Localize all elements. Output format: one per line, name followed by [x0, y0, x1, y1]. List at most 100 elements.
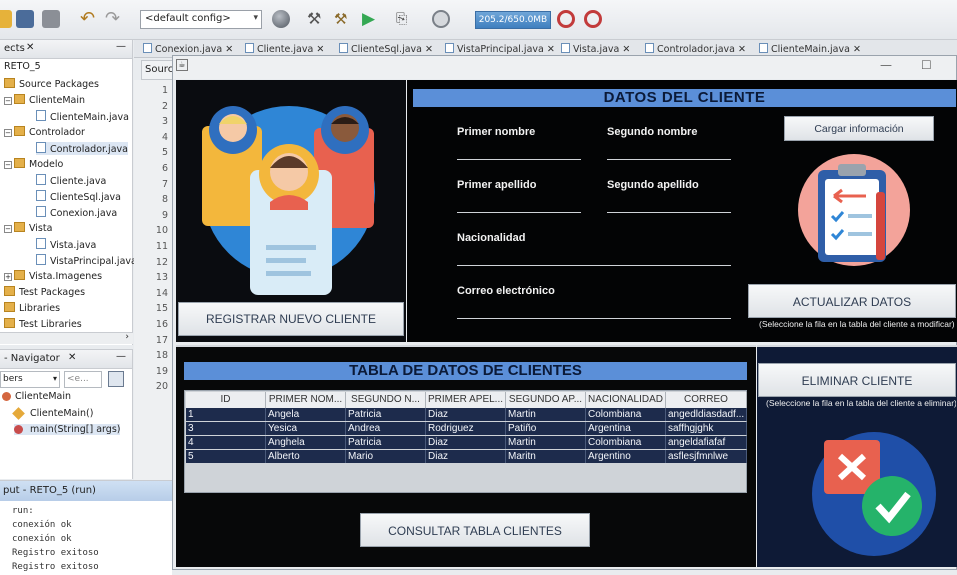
- tree-item-source-packages[interactable]: Source Packages: [4, 78, 99, 90]
- java-app-icon: ☕: [176, 59, 188, 71]
- close-tab-icon[interactable]: ✕: [622, 44, 630, 55]
- tree-item-package[interactable]: − Controlador: [4, 126, 85, 138]
- first-surname-field[interactable]: [457, 212, 581, 213]
- column-header-first-surname[interactable]: PRIMER APEL...: [426, 392, 506, 408]
- horizontal-scrollbar[interactable]: ›: [0, 332, 133, 344]
- output-line: Registro exitoso: [12, 548, 99, 558]
- chevron-down-icon: ▾: [52, 374, 57, 383]
- package-icon: [14, 270, 25, 280]
- close-tab-icon[interactable]: ✕: [316, 44, 324, 55]
- navigator-item-method[interactable]: main(String[] args): [14, 424, 121, 435]
- line-number: 13: [155, 272, 168, 284]
- tree-item-test-libraries[interactable]: Test Libraries: [4, 318, 82, 330]
- screen: ↶ ↷ <default config> ▾ ⚒ ⚒ ▶ ⎘ 205.2/650…: [0, 0, 957, 575]
- tree-item-package[interactable]: − ClienteMain: [4, 94, 85, 106]
- delete-client-button[interactable]: ELIMINAR CLIENTE: [758, 363, 956, 397]
- close-tab-icon[interactable]: ✕: [425, 44, 433, 55]
- table-row[interactable]: 5 Alberto Mario Diaz Maritn Argentino as…: [186, 450, 747, 463]
- close-tab-icon[interactable]: ✕: [738, 44, 746, 55]
- debug-icon[interactable]: ⎘: [396, 10, 414, 28]
- tree-item-file[interactable]: VistaPrincipal.java: [36, 254, 137, 267]
- tree-item-package[interactable]: − Modelo: [4, 158, 63, 170]
- tree-item-package[interactable]: − Vista: [4, 222, 52, 234]
- column-header-nationality[interactable]: NACIONALIDAD: [586, 392, 666, 408]
- config-select[interactable]: <default config> ▾: [140, 10, 262, 29]
- tree-item-libraries[interactable]: Libraries: [4, 302, 60, 314]
- filter-input[interactable]: <e...: [64, 371, 102, 388]
- tree-item-file[interactable]: ClienteSql.java: [36, 190, 121, 203]
- tree-item-file[interactable]: Cliente.java: [36, 174, 106, 187]
- column-header-second-name[interactable]: SEGUNDO N...: [346, 392, 426, 408]
- source-view-tab[interactable]: Source: [141, 60, 179, 80]
- table-row[interactable]: 1 Angela Patricia Diaz Martin Colombiana…: [186, 408, 747, 421]
- query-clients-button[interactable]: CONSULTAR TABLA CLIENTES: [360, 513, 590, 547]
- load-info-button[interactable]: Cargar información: [784, 116, 934, 141]
- collapse-icon[interactable]: −: [4, 161, 12, 169]
- tree-item-test-packages[interactable]: Test Packages: [4, 286, 85, 298]
- nationality-field[interactable]: [457, 265, 731, 266]
- table-row[interactable]: 4 Anghela Patricia Diaz Martin Colombian…: [186, 436, 747, 449]
- navigator-panel: - Navigator ✕ — bers ▾ <e... ClienteMain …: [0, 349, 133, 479]
- new-project-icon[interactable]: [0, 10, 12, 28]
- line-number: 10: [155, 225, 168, 237]
- run-icon[interactable]: ▶: [362, 10, 380, 28]
- hammer-icon[interactable]: ⚒: [307, 10, 325, 28]
- output-panel-header[interactable]: put - RETO_5 (run): [0, 481, 172, 501]
- redo-icon[interactable]: ↷: [105, 10, 123, 28]
- close-tab-icon[interactable]: ✕: [225, 44, 233, 55]
- column-header-second-surname[interactable]: SEGUNDO AP...: [506, 392, 586, 408]
- collapse-icon[interactable]: −: [4, 129, 12, 137]
- update-hint: (Seleccione la fila en la tabla del clie…: [759, 319, 955, 329]
- navigator-title: - Navigator: [4, 353, 60, 364]
- close-icon[interactable]: ✕: [26, 42, 34, 53]
- undo-icon[interactable]: ↶: [80, 10, 98, 28]
- register-client-button[interactable]: REGISTRAR NUEVO CLIENTE: [178, 302, 404, 336]
- minimize-icon[interactable]: —: [116, 351, 126, 362]
- minimize-icon[interactable]: —: [116, 41, 126, 52]
- navigator-item-class[interactable]: ClienteMain: [2, 391, 71, 402]
- update-data-button[interactable]: ACTUALIZAR DATOS: [748, 284, 956, 318]
- column-header-email[interactable]: CORREO: [666, 392, 747, 408]
- profile-ide-icon[interactable]: [584, 10, 602, 28]
- java-file-icon: [645, 43, 654, 53]
- close-icon[interactable]: ✕: [68, 352, 76, 363]
- java-file-icon: [445, 43, 454, 53]
- minimize-window-icon[interactable]: —: [880, 58, 892, 72]
- members-select[interactable]: bers ▾: [0, 371, 60, 388]
- java-file-icon: [36, 110, 46, 121]
- profile-icon[interactable]: [432, 10, 450, 28]
- column-header-id[interactable]: ID: [186, 392, 266, 408]
- first-name-field[interactable]: [457, 159, 581, 160]
- cell-second-surname: Patiño: [506, 422, 586, 435]
- close-tab-icon[interactable]: ✕: [853, 44, 861, 55]
- column-header-first-name[interactable]: PRIMER NOM...: [266, 392, 346, 408]
- tree-item-project[interactable]: RETO_5: [4, 61, 41, 72]
- clients-table[interactable]: ID PRIMER NOM... SEGUNDO N... PRIMER APE…: [184, 390, 747, 493]
- globe-icon[interactable]: [272, 10, 290, 28]
- maximize-window-icon[interactable]: ☐: [921, 58, 932, 72]
- tree-item-file-selected[interactable]: Controlador.java: [36, 142, 128, 155]
- memory-bar[interactable]: 205.2/650.0MB: [475, 11, 551, 29]
- save-all-icon[interactable]: [42, 10, 60, 28]
- tree-item-file[interactable]: Conexion.java: [36, 206, 117, 219]
- app-titlebar[interactable]: [173, 56, 956, 79]
- collapse-icon[interactable]: −: [4, 97, 12, 105]
- tree-item-file[interactable]: ClienteMain.java: [36, 110, 129, 123]
- filter-options-icon[interactable]: [108, 371, 124, 387]
- gc-icon[interactable]: [557, 10, 575, 28]
- close-tab-icon[interactable]: ✕: [547, 44, 555, 55]
- chevron-right-icon[interactable]: ›: [125, 332, 129, 342]
- collapse-icon[interactable]: −: [4, 225, 12, 233]
- second-surname-field[interactable]: [607, 212, 731, 213]
- line-number: 12: [155, 256, 168, 268]
- clean-build-icon[interactable]: ⚒: [334, 10, 352, 28]
- navigator-item-constructor[interactable]: ClienteMain(): [12, 407, 93, 420]
- table-row[interactable]: 3 Yesica Andrea Rodriguez Patiño Argenti…: [186, 422, 747, 435]
- expand-icon[interactable]: +: [4, 273, 12, 281]
- tree-item-file[interactable]: Vista.java: [36, 238, 96, 251]
- second-name-field[interactable]: [607, 159, 731, 160]
- open-project-icon[interactable]: [16, 10, 34, 28]
- email-field[interactable]: [457, 318, 731, 319]
- tree-item-package[interactable]: + Vista.Imagenes: [4, 270, 102, 282]
- line-number: 11: [155, 241, 168, 252]
